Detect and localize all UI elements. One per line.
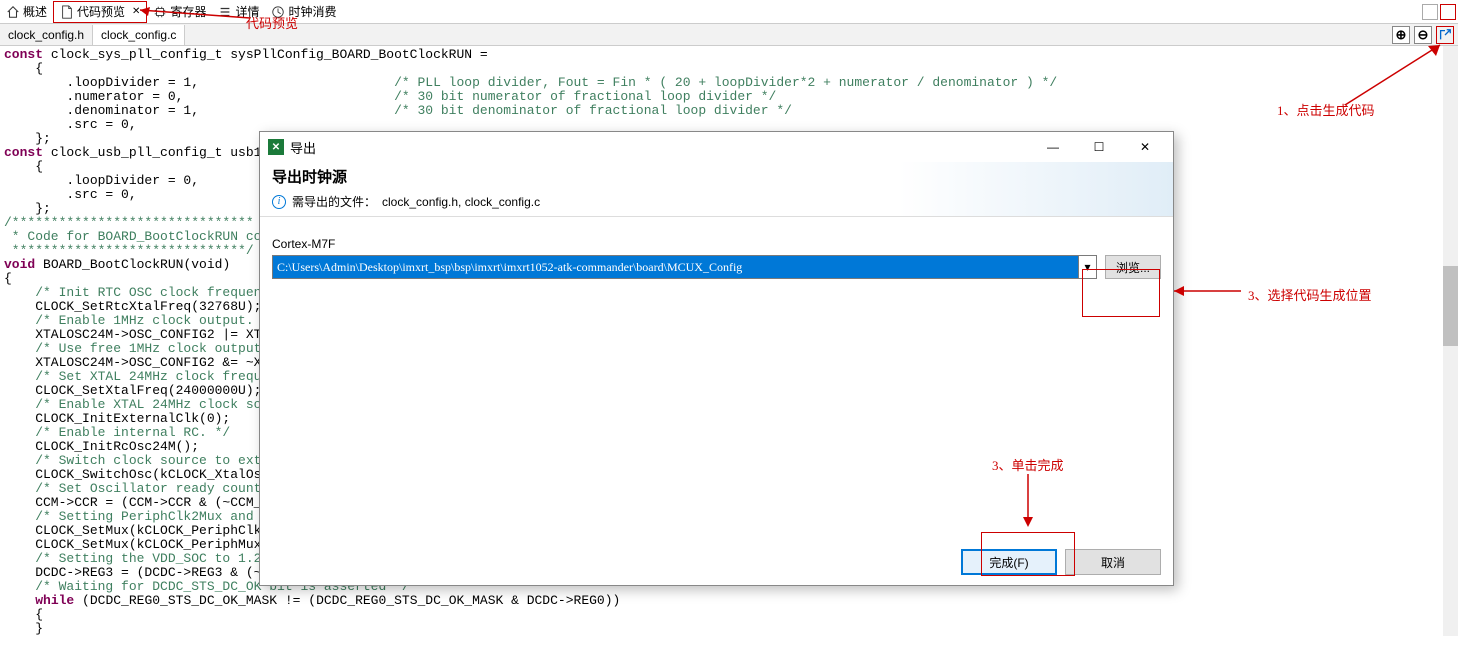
dialog-title: 导出 (290, 138, 1027, 157)
info-label: 需导出的文件： (292, 193, 376, 210)
toolbar-label: 寄存器 (170, 3, 206, 20)
toolbar-label: 时钟消费 (288, 3, 336, 20)
export-app-icon: ✕ (268, 139, 284, 155)
close-icon[interactable]: ✕ (132, 6, 140, 17)
info-icon: i (272, 195, 286, 209)
file-icon (60, 5, 74, 19)
browse-button[interactable]: 浏览... (1105, 255, 1161, 279)
dialog-header: 导出时钟源 i 需导出的文件： clock_config.h, clock_co… (260, 162, 1173, 217)
clock-icon (271, 5, 285, 19)
toolbar-register[interactable]: 寄存器 (147, 1, 212, 23)
home-icon (6, 5, 20, 19)
toolbar-details[interactable]: 详情 (212, 1, 265, 23)
zoom-in-icon[interactable]: ⊕ (1392, 26, 1410, 44)
close-icon[interactable]: ✕ (1125, 133, 1165, 161)
main-toolbar: 概述 代码预览 ✕ 寄存器 详情 时钟消费 (0, 0, 1458, 24)
chip-icon (153, 5, 167, 19)
toolbar-label: 代码预览 (77, 3, 125, 20)
maximize-icon[interactable]: ☐ (1079, 133, 1119, 161)
toolbar-label: 详情 (235, 3, 259, 20)
maximize-panel-icon[interactable] (1440, 4, 1456, 20)
finish-button[interactable]: 完成(F) (961, 549, 1057, 575)
chevron-down-icon[interactable]: ▾ (1078, 256, 1096, 278)
vertical-scrollbar[interactable] (1443, 46, 1458, 636)
file-tabs: clock_config.h clock_config.c ⊕ ⊖ (0, 24, 1458, 46)
minimize-icon[interactable]: — (1033, 133, 1073, 161)
toolbar-clock[interactable]: 时钟消费 (265, 1, 342, 23)
path-input[interactable]: C:\Users\Admin\Desktop\imxrt_bsp\bsp\imx… (272, 255, 1097, 279)
tab-clock-config-h[interactable]: clock_config.h (0, 25, 93, 45)
toolbar-label: 概述 (23, 3, 47, 20)
info-files: clock_config.h, clock_config.c (382, 195, 540, 209)
minimize-panel-icon[interactable] (1422, 4, 1438, 20)
cancel-button[interactable]: 取消 (1065, 549, 1161, 575)
toolbar-code-preview[interactable]: 代码预览 ✕ (53, 1, 147, 23)
path-value: C:\Users\Admin\Desktop\imxrt_bsp\bsp\imx… (277, 260, 742, 275)
toolbar-overview[interactable]: 概述 (0, 1, 53, 23)
dialog-heading: 导出时钟源 (272, 166, 1161, 187)
window-corner-controls (1422, 4, 1458, 20)
dialog-titlebar[interactable]: ✕ 导出 — ☐ ✕ (260, 132, 1173, 162)
zoom-out-icon[interactable]: ⊖ (1414, 26, 1432, 44)
path-field-label: Cortex-M7F (272, 237, 1161, 251)
tab-clock-config-c[interactable]: clock_config.c (93, 25, 185, 45)
export-dialog: ✕ 导出 — ☐ ✕ 导出时钟源 i 需导出的文件： clock_config.… (259, 131, 1174, 586)
list-icon (218, 5, 232, 19)
export-icon[interactable] (1436, 26, 1454, 44)
